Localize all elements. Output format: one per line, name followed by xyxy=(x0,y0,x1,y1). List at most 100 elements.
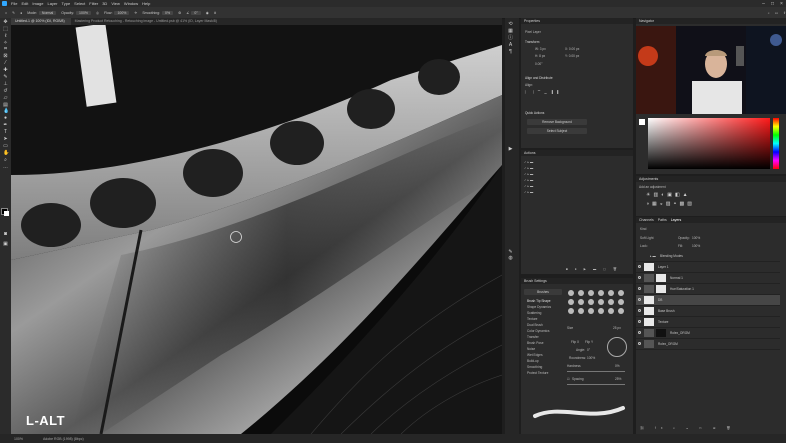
maximize-icon[interactable]: □ xyxy=(768,1,777,7)
dodge-tool-icon[interactable]: ● xyxy=(3,116,8,121)
minimize-icon[interactable]: – xyxy=(759,1,768,7)
move-tool-icon[interactable]: ✥ xyxy=(3,19,8,25)
adjustment-buttons-row2[interactable]: ◑▦◒▨◓▩▧ xyxy=(646,201,695,207)
healing-tool-icon[interactable]: ✚ xyxy=(3,68,8,73)
lasso-tool-icon[interactable]: ℓ xyxy=(3,33,8,39)
hardness-value[interactable]: 0% xyxy=(615,364,620,368)
brushes-icon[interactable]: ◍ xyxy=(508,256,513,261)
brush-tool-icon[interactable]: ✎ xyxy=(12,11,15,15)
visibility-eye-icon[interactable] xyxy=(638,320,641,323)
brush-option[interactable]: Wet Edges xyxy=(527,353,543,357)
background-color-swatch[interactable] xyxy=(4,211,9,216)
menu-filter[interactable]: Filter xyxy=(89,1,98,6)
frame-tool-icon[interactable]: ⊠ xyxy=(3,54,8,59)
menu-layer[interactable]: Layer xyxy=(47,1,57,6)
brush-tip-grid[interactable] xyxy=(566,289,628,323)
quick-select-tool-icon[interactable]: ✧ xyxy=(3,40,8,46)
layer-row-selected[interactable]: DB xyxy=(636,295,780,306)
brush-tool-icon[interactable]: ✎ xyxy=(3,75,8,80)
brush-option[interactable]: Scattering xyxy=(527,311,541,315)
path-select-icon[interactable]: ➤ xyxy=(3,137,8,142)
size-value[interactable]: 25 px xyxy=(613,326,621,330)
brush-option[interactable]: Smoothing xyxy=(527,365,542,369)
brushes-button[interactable]: Brushes xyxy=(524,289,562,295)
brush-option[interactable]: Dual Brush xyxy=(527,323,543,327)
layer-row[interactable]: Rolex_ORGM xyxy=(636,328,780,339)
visibility-eye-icon[interactable] xyxy=(638,298,641,301)
menu-3d[interactable]: 3D xyxy=(102,1,107,6)
tab-channels[interactable]: Channels xyxy=(636,218,654,222)
eraser-tool-icon[interactable]: ▱ xyxy=(3,95,8,101)
paragraph-icon[interactable]: ¶ xyxy=(508,49,513,55)
quick-mask-icon[interactable]: ◙ xyxy=(3,231,8,237)
brush-option[interactable]: Color Dynamics xyxy=(527,329,550,333)
layer-row[interactable]: Rolex_ORGM xyxy=(636,339,780,350)
marquee-tool-icon[interactable]: ⬚ xyxy=(3,26,8,32)
visibility-eye-icon[interactable] xyxy=(638,265,641,268)
layer-row[interactable]: Layer 1 xyxy=(636,262,780,273)
layer-row[interactable]: Hue/Saturation 1 xyxy=(636,284,780,295)
tab-layers[interactable]: Layers xyxy=(668,218,682,222)
type-tool-icon[interactable]: T xyxy=(3,130,8,135)
properties-icon[interactable]: ▦ xyxy=(508,28,513,34)
document-canvas[interactable] xyxy=(11,25,502,434)
color-field[interactable] xyxy=(648,118,770,169)
action-set-row[interactable]: ✓ ▸ ▬ xyxy=(524,184,533,188)
pressure-opacity-icon[interactable]: ◎ xyxy=(96,11,99,15)
spacing-slider[interactable] xyxy=(567,384,625,385)
gradient-tool-icon[interactable]: ▤ xyxy=(3,102,8,108)
x-field[interactable]: X: 0.00 px xyxy=(565,47,579,51)
brush-settings-icon[interactable]: ✎ xyxy=(508,249,513,255)
stamp-tool-icon[interactable]: ⊥ xyxy=(3,81,8,87)
align-buttons[interactable]: ▏▕▔▁▐▌ xyxy=(525,90,563,94)
info-icon[interactable]: ⓘ xyxy=(508,35,513,41)
pen-tool-icon[interactable]: ✒ xyxy=(3,123,8,128)
width-field[interactable]: W: 3 px xyxy=(535,47,546,51)
menu-edit[interactable]: Edit xyxy=(21,1,28,6)
brush-option[interactable]: Transfer xyxy=(527,335,539,339)
layers-footer-buttons[interactable]: ⛓ fx ◐ ◒ ▭ ⊞ 🗑 xyxy=(640,426,735,430)
layer-opacity-value[interactable]: 100% xyxy=(692,236,700,240)
action-set-row[interactable]: ✓ ▸ ▬ xyxy=(524,178,533,182)
roundness-value[interactable]: 100% xyxy=(587,356,595,360)
brush-option[interactable]: Texture xyxy=(527,317,537,321)
hue-slider[interactable] xyxy=(773,118,779,169)
blur-tool-icon[interactable]: 💧 xyxy=(3,109,9,114)
screen-mode-icon[interactable]: ▣ xyxy=(3,241,8,247)
blend-mode-select[interactable]: Soft Light xyxy=(640,236,653,240)
brush-option[interactable]: Build-up xyxy=(527,359,539,363)
character-icon[interactable]: A xyxy=(508,42,513,48)
action-set-row[interactable]: ✓ ▸ ▬ xyxy=(524,160,533,164)
height-field[interactable]: H: 8 px xyxy=(535,54,545,58)
more-tools-icon[interactable]: … xyxy=(3,164,8,170)
adjustment-buttons-row1[interactable]: ☀▥◐▣◧▲ xyxy=(646,192,691,198)
tab-paths[interactable]: Paths xyxy=(655,218,667,222)
crop-tool-icon[interactable]: ⌗ xyxy=(3,47,8,52)
filter-kind-select[interactable]: Kind xyxy=(640,227,646,231)
brush-preset-picker[interactable]: ● xyxy=(20,11,22,15)
brush-option[interactable]: Noise xyxy=(527,347,535,351)
actions-icon[interactable]: ▶ xyxy=(508,146,513,152)
brush-option[interactable]: Brush Pose xyxy=(527,341,543,345)
smoothing-field[interactable]: 0% xyxy=(162,10,174,15)
menu-file[interactable]: File xyxy=(11,1,17,6)
search-icon[interactable]: ⌕ xyxy=(768,11,770,15)
action-set-row[interactable]: ✓ ▸ ▬ xyxy=(524,190,533,194)
angle-field[interactable]: 0° xyxy=(191,10,201,15)
mode-select[interactable]: Normal xyxy=(38,10,57,15)
menu-window[interactable]: Window xyxy=(124,1,138,6)
flip-x-checkbox[interactable]: Flip X xyxy=(571,340,579,344)
shape-tool-icon[interactable]: ▭ xyxy=(3,143,8,149)
flip-y-checkbox[interactable]: Flip Y xyxy=(585,340,593,344)
brush-option[interactable]: Shape Dynamics xyxy=(527,305,551,309)
menu-image[interactable]: Image xyxy=(32,1,43,6)
fill-value[interactable]: 100% xyxy=(692,244,700,248)
visibility-eye-icon[interactable] xyxy=(638,276,641,279)
angle-value[interactable]: 0° xyxy=(587,348,590,352)
tab-mastering[interactable]: Mastering Product Retouching - Retouchin… xyxy=(71,18,223,25)
visibility-eye-icon[interactable] xyxy=(638,331,641,334)
layer-row[interactable]: Base Brush xyxy=(636,306,780,317)
hardness-slider[interactable] xyxy=(567,371,625,372)
spacing-value[interactable]: 25% xyxy=(615,377,621,381)
rotation-field[interactable]: 0.00° xyxy=(535,62,542,66)
